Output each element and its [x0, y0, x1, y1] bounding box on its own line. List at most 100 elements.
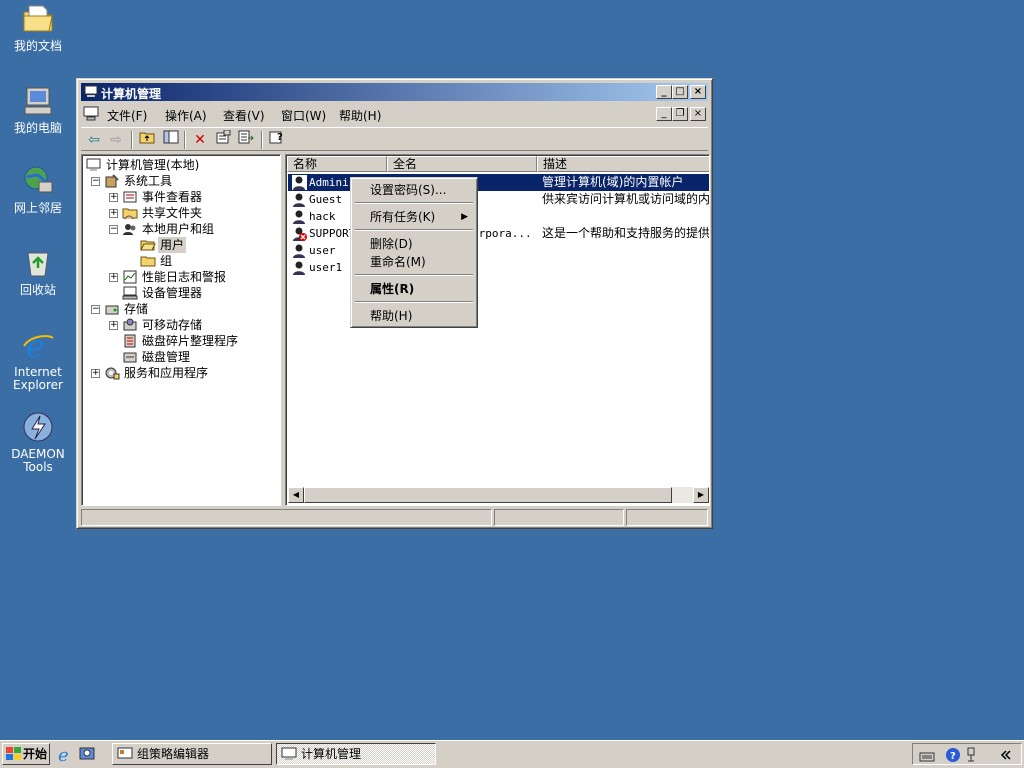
menu-item-delete[interactable]: 删除(D): [354, 235, 474, 253]
group-policy-icon: [117, 747, 133, 759]
tree-node-label: 服务和应用程序: [124, 366, 209, 380]
desktop-icon-recycle-bin[interactable]: 回收站: [2, 246, 74, 297]
user-name: hack: [309, 210, 336, 223]
column-header-description[interactable]: 描述: [537, 156, 709, 172]
keyboard-icon[interactable]: [919, 747, 935, 763]
desktop-icon-internet-explorer[interactable]: e Internet Explorer: [2, 328, 74, 392]
internet-explorer-icon[interactable]: e: [56, 745, 74, 763]
delete-icon[interactable]: ✕: [190, 130, 210, 150]
toolbar-separator: [184, 131, 186, 149]
column-header-full-name[interactable]: 全名: [387, 156, 537, 172]
computer-management-icon: [86, 158, 101, 171]
tree-node-label: 磁盘碎片整理程序: [142, 334, 239, 348]
folder-icon: [23, 5, 53, 32]
menu-help[interactable]: 帮助(H): [339, 107, 381, 124]
scroll-right-arrow-icon[interactable]: ▶: [693, 487, 709, 503]
collapse-toggle[interactable]: −: [109, 225, 118, 234]
start-label: 开始: [23, 747, 48, 761]
menu-item-help[interactable]: 帮助(H): [354, 307, 474, 325]
tree-node-label: 可移动存储: [142, 318, 203, 332]
scroll-left-arrow-icon[interactable]: ◀: [288, 487, 304, 503]
help-icon[interactable]: ?: [945, 747, 961, 763]
desktop-icon-label: 回收站: [19, 283, 56, 297]
taskbar-group-policy-editor[interactable]: 组策略编辑器: [112, 743, 272, 765]
child-close-button[interactable]: ×: [690, 107, 706, 121]
user-name: user: [309, 244, 336, 257]
desktop-icon-my-documents[interactable]: 我的文档: [2, 2, 74, 53]
export-list-icon[interactable]: [236, 130, 256, 150]
child-minimize-button[interactable]: _: [656, 107, 672, 121]
users-groups-icon: [123, 224, 136, 235]
menu-item-rename[interactable]: 重命名(M): [354, 253, 474, 271]
menu-bar: 文件(F) 操作(A) 查看(V) 窗口(W) 帮助(H) _ ❐ ×: [81, 103, 708, 125]
show-desktop-icon[interactable]: [78, 745, 96, 763]
up-folder-icon[interactable]: [137, 130, 157, 150]
daemon-tools-icon: [23, 412, 53, 442]
help-icon[interactable]: ?: [267, 130, 287, 150]
expand-toggle[interactable]: +: [109, 321, 118, 330]
status-cell: [81, 509, 492, 526]
menu-window[interactable]: 窗口(W): [281, 107, 326, 124]
title-bar[interactable]: 计算机管理 _ □ ×: [81, 83, 708, 101]
scrollbar-thumb[interactable]: [304, 487, 672, 503]
svg-text:?: ?: [950, 751, 956, 762]
console-icon[interactable]: [83, 106, 99, 121]
recycle-bin-icon: [27, 252, 49, 277]
desktop-icon-my-computer[interactable]: 我的电脑: [2, 84, 74, 135]
properties-icon[interactable]: [213, 129, 233, 150]
user-full-name: orpora...: [472, 227, 532, 240]
tree-node-label: 本地用户和组: [142, 222, 215, 236]
taskbar-computer-management[interactable]: 计算机管理: [276, 743, 436, 765]
show-hide-tree-icon[interactable]: [161, 130, 181, 150]
horizontal-scrollbar[interactable]: ◀ ▶: [288, 487, 709, 503]
user-name: user1: [309, 261, 343, 274]
tree-node-label: 用户: [158, 237, 187, 253]
menu-item-properties[interactable]: 属性(R): [354, 280, 474, 298]
menu-item-set-password[interactable]: 设置密码(S)...: [354, 181, 474, 199]
user-icon: [293, 244, 305, 258]
menu-separator: [355, 229, 473, 231]
tree-node-label: 性能日志和警报: [142, 270, 227, 284]
forward-icon[interactable]: ⇨: [106, 130, 126, 150]
desktop-icon-network[interactable]: 网上邻居: [2, 164, 74, 215]
expand-toggle[interactable]: +: [91, 369, 100, 378]
windows-logo-icon: [6, 747, 21, 760]
tree-node-label: 计算机管理(本地): [106, 158, 200, 172]
close-button[interactable]: ×: [690, 85, 706, 99]
computer-icon: [24, 87, 52, 115]
collapse-toggle[interactable]: −: [91, 177, 100, 186]
menu-file[interactable]: 文件(F): [107, 107, 147, 124]
collapse-toggle[interactable]: −: [91, 305, 100, 314]
event-viewer-icon: [123, 191, 137, 203]
start-button[interactable]: 开始: [2, 743, 50, 765]
expand-tray-chevron-icon[interactable]: [997, 747, 1013, 763]
column-header-name[interactable]: 名称: [287, 156, 387, 172]
desktop-icon-label: 网上邻居: [13, 201, 62, 215]
back-icon[interactable]: ⇦: [84, 130, 104, 150]
open-folder-icon: [140, 240, 156, 251]
tree-node-label: 磁盘管理: [142, 350, 191, 364]
tree-node-label: 共享文件夹: [142, 206, 203, 220]
child-restore-button[interactable]: ❐: [672, 107, 688, 121]
status-bar: [81, 509, 708, 527]
status-cell: [626, 509, 708, 526]
desktop-icon-label: Explorer: [13, 378, 63, 392]
svg-text:e: e: [26, 328, 45, 362]
disk-management-icon: [123, 352, 137, 363]
submenu-arrow-icon: ▶: [461, 212, 468, 222]
desktop-icon-daemon-tools[interactable]: DAEMON Tools: [2, 410, 74, 474]
menu-view[interactable]: 查看(V): [223, 107, 265, 124]
window-title: 计算机管理: [101, 87, 162, 101]
user-name: Adminis: [309, 176, 356, 189]
menu-item-all-tasks[interactable]: 所有任务(K) ▶: [354, 208, 474, 226]
expand-toggle[interactable]: +: [109, 273, 118, 282]
network-status-icon[interactable]: [965, 747, 981, 763]
context-menu: 设置密码(S)... 所有任务(K) ▶ 删除(D) 重命名(M) 属性(R) …: [350, 177, 478, 328]
expand-toggle[interactable]: +: [109, 193, 118, 202]
minimize-button[interactable]: _: [656, 85, 672, 99]
console-tree: 计算机管理(本地) − 系统工具 + 事件查看器 + 共享文件夹 − 本地用户和…: [81, 154, 281, 506]
maximize-button[interactable]: □: [672, 85, 688, 99]
performance-logs-icon: [123, 270, 137, 284]
expand-toggle[interactable]: +: [109, 209, 118, 218]
menu-action[interactable]: 操作(A): [165, 107, 207, 124]
